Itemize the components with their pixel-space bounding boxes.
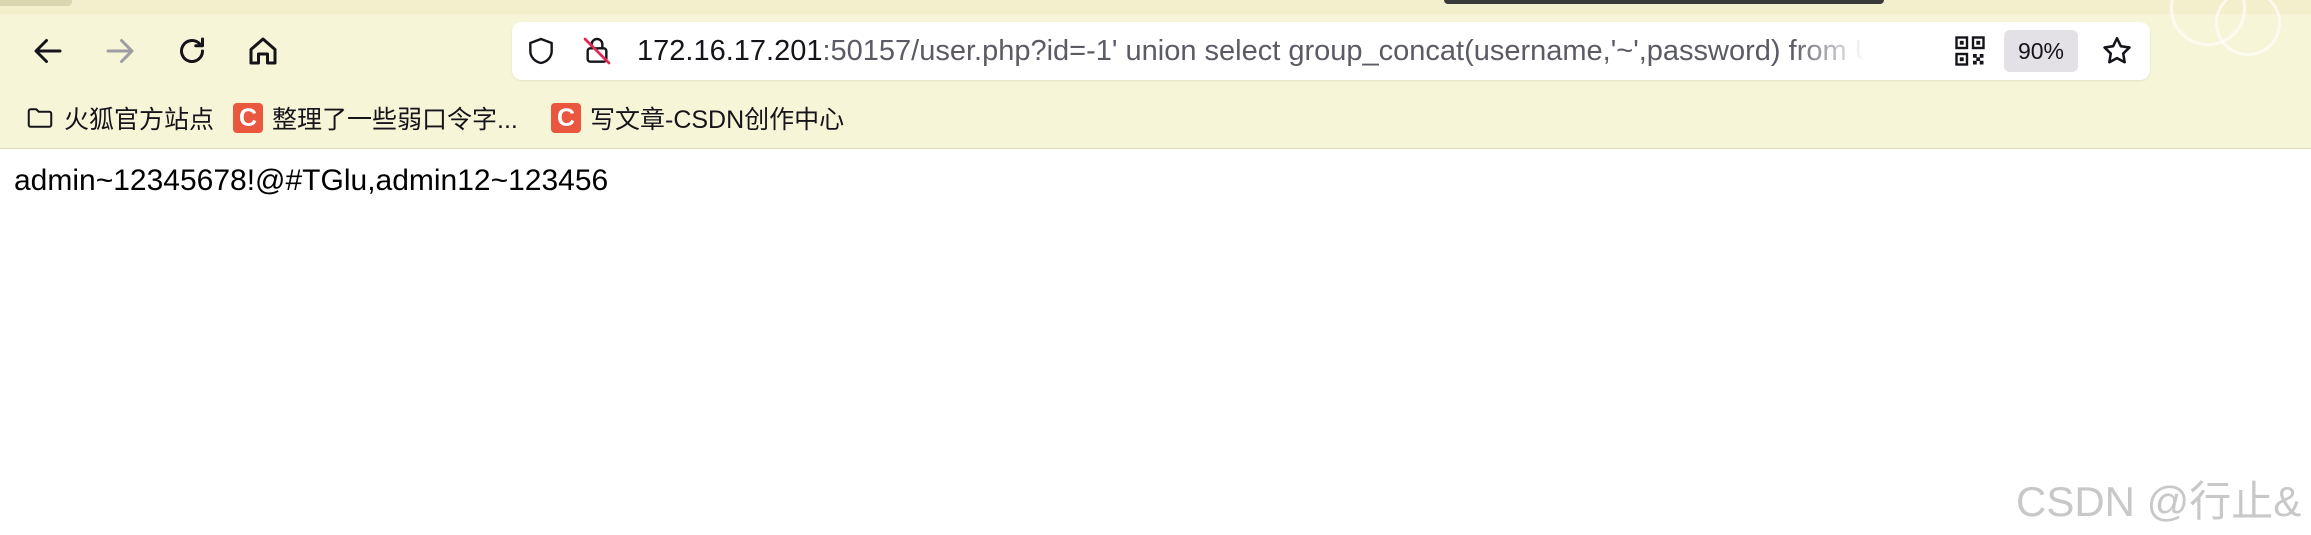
bookmark-item-firefox-sites[interactable]: 火狐官方站点: [24, 96, 214, 140]
url-text-clip: 172.16.17.201:50157/user.php?id=-1' unio…: [512, 22, 1912, 80]
csdn-logo-icon: C: [550, 102, 582, 134]
home-icon: [249, 37, 277, 65]
bookmark-label: 写文章-CSDN创作中心: [590, 106, 845, 134]
bookmark-item-csdn-write[interactable]: C 写文章-CSDN创作中心: [550, 96, 844, 140]
home-button[interactable]: [239, 27, 287, 75]
bookmark-label: 火狐官方站点: [64, 106, 215, 134]
arrow-left-icon: [34, 39, 62, 63]
bookmark-star-button[interactable]: [2096, 30, 2138, 72]
zoom-level-button[interactable]: 90%: [2004, 30, 2078, 72]
browser-toolbar: 172.16.17.201:50157/user.php?id=-1' unio…: [0, 0, 2311, 149]
forward-button[interactable]: [96, 27, 144, 75]
csdn-logo: C: [233, 103, 263, 133]
csdn-logo-icon: C: [232, 102, 264, 134]
url-text[interactable]: 172.16.17.201:50157/user.php?id=-1' unio…: [637, 34, 1912, 68]
bookmark-label: 整理了一些弱口令字...: [272, 106, 518, 134]
folder-icon: [24, 102, 56, 134]
arrow-right-icon: [106, 39, 134, 63]
back-button[interactable]: [24, 27, 72, 75]
url-fade: [1792, 22, 1912, 80]
reload-button[interactable]: [168, 27, 216, 75]
bookmarks-bar: 火狐官方站点 C 整理了一些弱口令字... C 写文章-CSDN创作中心: [0, 96, 2311, 140]
qr-code-button[interactable]: [1952, 33, 1988, 69]
csdn-logo: C: [551, 103, 581, 133]
tab-strip: [0, 0, 2311, 14]
bookmark-item-weak-passwords[interactable]: C 整理了一些弱口令字...: [232, 96, 518, 140]
insecure-lock-icon[interactable]: [578, 32, 616, 70]
url-path: :50157/user.php?id=-1' union select grou…: [822, 35, 1907, 67]
star-icon: [2103, 36, 2131, 64]
theme-decoration: [2215, 0, 2281, 56]
reload-icon: [180, 37, 204, 63]
tab-strip-tab[interactable]: [0, 0, 72, 6]
url-host: 172.16.17.201: [637, 35, 823, 67]
shield-icon[interactable]: [522, 32, 560, 70]
qr-code-icon: [1955, 36, 1985, 66]
csdn-watermark: CSDN @行止&: [2016, 478, 2302, 525]
tab-strip-indicator: [1444, 0, 1884, 4]
url-bar[interactable]: 172.16.17.201:50157/user.php?id=-1' unio…: [512, 22, 2150, 80]
page-body-text: admin~12345678!@#TGlu,admin12~123456: [14, 164, 609, 197]
